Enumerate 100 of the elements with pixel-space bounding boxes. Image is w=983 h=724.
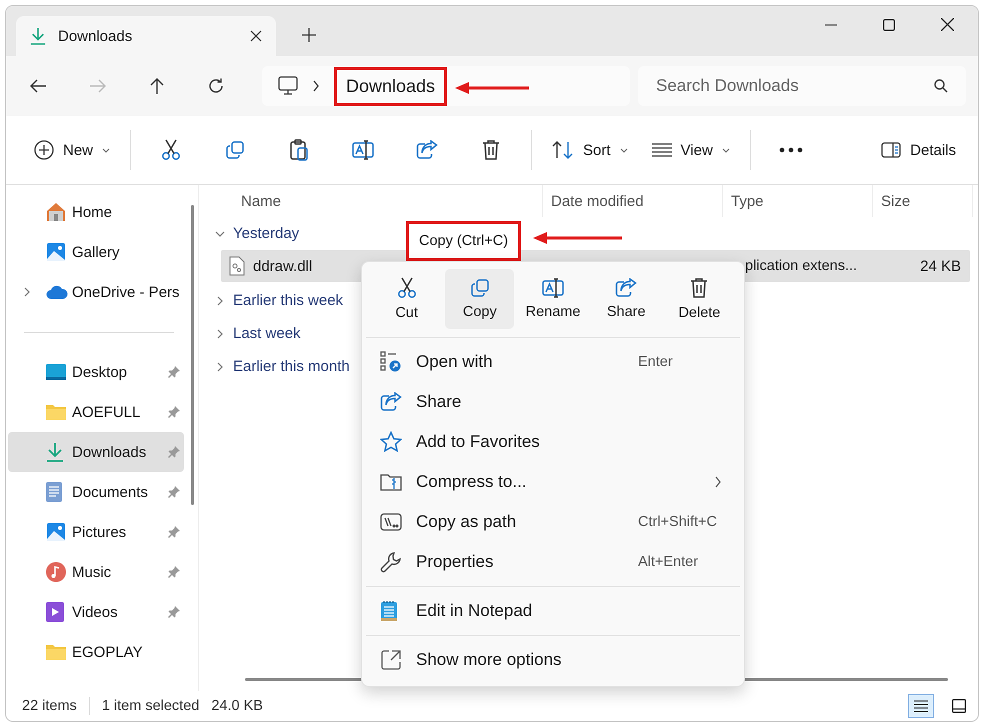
path-icon	[380, 513, 402, 531]
file-size: 24 KB	[919, 258, 962, 274]
group-header[interactable]: Yesterday	[211, 217, 300, 250]
chevron-right-icon[interactable]	[215, 296, 225, 306]
sidebar-item[interactable]: Downloads	[8, 432, 184, 472]
search-field[interactable]: Search Downloads	[638, 66, 966, 106]
sidebar-item[interactable]: EGOPLAY	[8, 632, 184, 672]
back-arrow-icon[interactable]	[30, 79, 46, 93]
folder-zip-icon	[380, 472, 402, 492]
plus-icon[interactable]	[302, 28, 316, 42]
copy-icon	[225, 140, 246, 160]
external-icon	[380, 649, 402, 671]
menu-item[interactable]: Edit in Notepad	[366, 591, 740, 631]
sort-button[interactable]: Sort	[542, 132, 638, 168]
chevron-right-icon[interactable]	[22, 287, 32, 297]
monitor-icon	[278, 76, 298, 96]
caret-icon	[722, 148, 730, 152]
chevron-right-icon[interactable]	[215, 328, 225, 338]
selection-info: 1 item selected	[102, 698, 200, 714]
menu-item[interactable]: Add to Favorites	[366, 422, 740, 462]
clipboard-icon	[289, 139, 310, 161]
breadcrumb[interactable]: Downloads	[334, 66, 448, 106]
address-bar[interactable]: Downloads	[262, 66, 630, 106]
group-header[interactable]: Earlier this week	[211, 284, 344, 317]
desktop-icon	[46, 363, 66, 381]
share-icon	[615, 278, 638, 298]
menu-action-button[interactable]: Delete	[664, 269, 734, 329]
trash-icon	[481, 139, 502, 161]
maximize-icon[interactable]	[883, 18, 895, 30]
column-header[interactable]: Size	[873, 185, 973, 217]
sidebar-item[interactable]: Pictures	[8, 512, 184, 552]
new-button[interactable]: New	[24, 132, 120, 168]
view-button[interactable]: View	[642, 132, 740, 168]
chevron-right-icon	[312, 80, 320, 92]
scissors-icon	[396, 277, 417, 299]
close-icon[interactable]	[941, 18, 954, 31]
column-header[interactable]: Type	[723, 185, 873, 217]
sidebar-item[interactable]: OneDrive - Pers	[8, 272, 184, 312]
sidebar-item[interactable]: AOEFULL	[8, 392, 184, 432]
wrench-icon	[380, 551, 402, 573]
details-view-button[interactable]	[908, 694, 934, 718]
group-header[interactable]: Earlier this month	[211, 350, 350, 383]
menu-item[interactable]: Compress to...	[366, 462, 740, 502]
panel-icon	[881, 142, 902, 158]
menu-item[interactable]: Open with Enter	[366, 342, 740, 382]
menu-item[interactable]: Share	[366, 382, 740, 422]
more-icon	[778, 147, 803, 153]
menu-item[interactable]: Copy as path Ctrl+Shift+C	[366, 502, 740, 542]
open-with-icon	[380, 351, 402, 373]
download-icon	[46, 442, 64, 462]
chevron-down-icon[interactable]	[215, 228, 225, 238]
share-icon	[416, 140, 438, 160]
menu-item[interactable]: Properties Alt+Enter	[366, 542, 740, 582]
up-arrow-icon[interactable]	[150, 78, 164, 94]
sort-icon	[552, 141, 574, 159]
rename-icon	[542, 278, 564, 298]
download-icon	[30, 27, 46, 45]
shortcut-label: Enter	[638, 354, 674, 370]
sidebar-item[interactable]: Desktop	[8, 352, 184, 392]
refresh-icon[interactable]	[208, 78, 224, 94]
column-header[interactable]: Date modified	[543, 185, 723, 217]
folder-icon	[46, 404, 66, 420]
sidebar-item[interactable]: Music	[8, 552, 184, 592]
house-icon	[46, 202, 66, 222]
search-icon	[934, 79, 948, 93]
caret-icon	[620, 148, 628, 152]
sidebar-item[interactable]: Videos	[8, 592, 184, 632]
caret-icon	[102, 148, 110, 152]
chevron-right-icon[interactable]	[215, 362, 225, 372]
plus-circle-icon	[34, 140, 54, 160]
scissors-icon	[161, 139, 182, 161]
column-header[interactable]: Name	[211, 185, 543, 217]
picture-icon	[46, 242, 66, 262]
group-header[interactable]: Last week	[211, 317, 301, 350]
sidebar-item[interactable]: Home	[8, 192, 184, 232]
sidebar-item[interactable]: Documents	[8, 472, 184, 512]
menu-action-button[interactable]: Cut	[372, 269, 442, 329]
window-tab[interactable]: Downloads	[16, 16, 276, 56]
list-icon	[914, 700, 928, 712]
document-icon	[46, 482, 62, 502]
folder-icon	[46, 644, 66, 660]
menu-action-button[interactable]: Rename	[518, 269, 588, 329]
menu-action-button[interactable]: Copy	[445, 269, 514, 329]
details-button[interactable]: Details	[871, 132, 966, 168]
sidebar-item[interactable]: Gallery	[8, 232, 184, 272]
video-icon	[46, 602, 64, 622]
file-type: plication extens...	[744, 258, 858, 274]
file-name: ddraw.dll	[253, 258, 312, 274]
copy-icon	[470, 278, 490, 298]
shortcut-label: Alt+Enter	[638, 554, 700, 570]
close-icon[interactable]	[250, 30, 262, 42]
minimize-icon[interactable]	[825, 24, 837, 26]
tooltip: Copy (Ctrl+C)	[406, 221, 522, 261]
item-count: 22 items	[22, 698, 77, 714]
menu-item[interactable]: Show more options	[366, 640, 740, 680]
menu-action-button[interactable]: Share	[592, 269, 661, 329]
music-note-icon	[46, 562, 66, 582]
file-gear-icon	[229, 256, 245, 276]
picture-icon	[46, 522, 66, 542]
star-icon	[380, 431, 402, 453]
